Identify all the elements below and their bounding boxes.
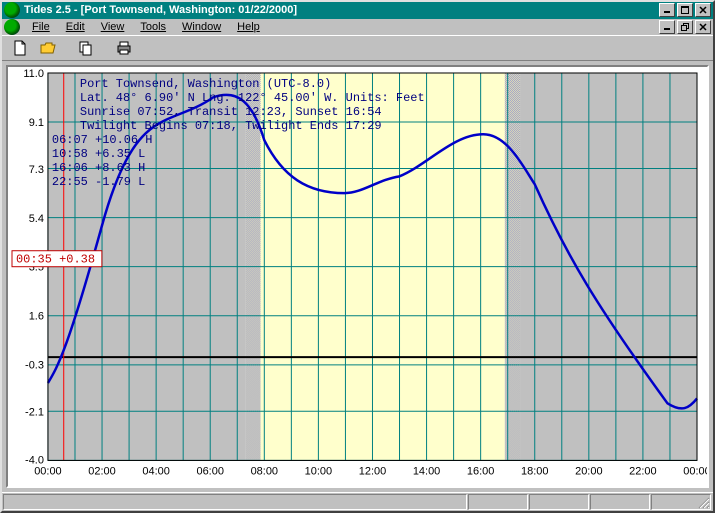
close-icon <box>699 23 707 31</box>
open-button[interactable] <box>36 37 60 59</box>
app-window: Tides 2.5 - [Port Townsend, Washington: … <box>0 0 715 513</box>
window-title: Tides 2.5 - [Port Townsend, Washington: … <box>24 4 657 16</box>
printer-icon <box>116 40 132 56</box>
menu-window[interactable]: Window <box>174 19 229 35</box>
menu-help-label: Help <box>237 21 260 33</box>
x-tick-label: 10:00 <box>305 465 332 477</box>
info-tide-4: 22:55 -1.79 L <box>52 175 145 189</box>
print-button[interactable] <box>112 37 136 59</box>
x-tick-label: 04:00 <box>142 465 169 477</box>
minimize-button[interactable] <box>659 3 675 17</box>
x-tick-label: 02:00 <box>88 465 115 477</box>
mdi-restore-button[interactable] <box>677 20 693 34</box>
info-tide-2: 10:58 +6.35 L <box>52 147 145 161</box>
y-tick-label: 9.1 <box>29 117 44 129</box>
y-tick-label: 7.3 <box>29 164 44 176</box>
cursor-tag: 00:35 +0.38 <box>12 251 102 267</box>
open-folder-icon <box>40 40 56 56</box>
chart-container: 11.0 9.1 7.3 5.4 3.5 1.6 -0.3 -2.1 -4.0 … <box>2 61 713 492</box>
y-tick-label: 11.0 <box>23 68 44 80</box>
menu-file-label: File <box>32 21 50 33</box>
menu-view-label: View <box>101 21 125 33</box>
tide-chart: 11.0 9.1 7.3 5.4 3.5 1.6 -0.3 -2.1 -4.0 … <box>8 67 707 486</box>
resize-grip-icon[interactable] <box>696 495 710 509</box>
menu-edit-label: Edit <box>66 21 85 33</box>
x-tick-label: 12:00 <box>359 465 386 477</box>
toolbar-separator <box>64 37 70 59</box>
document-icon[interactable] <box>4 19 20 35</box>
x-tick-label: 22:00 <box>629 465 656 477</box>
x-tick-label: 20:00 <box>575 465 602 477</box>
toolbar-separator <box>102 37 108 59</box>
cursor-label: 00:35 +0.38 <box>16 253 95 267</box>
y-tick-label: -2.1 <box>25 406 44 418</box>
x-tick-label: 06:00 <box>196 465 223 477</box>
info-tide-3: 16:06 +8.63 H <box>52 161 145 175</box>
menu-tools[interactable]: Tools <box>132 19 174 35</box>
info-tide-1: 06:07 +10.06 H <box>52 133 153 147</box>
maximize-button[interactable] <box>677 3 693 17</box>
new-file-icon <box>12 40 28 56</box>
menu-file[interactable]: File <box>24 19 58 35</box>
chart-area[interactable]: 11.0 9.1 7.3 5.4 3.5 1.6 -0.3 -2.1 -4.0 … <box>6 65 709 488</box>
status-pane-4 <box>651 494 711 510</box>
statusbar <box>2 492 713 511</box>
menu-view[interactable]: View <box>93 19 133 35</box>
close-button[interactable] <box>695 3 711 17</box>
copy-button[interactable] <box>74 37 98 59</box>
menu-row: File Edit View Tools Window Help <box>2 19 713 36</box>
menu-help[interactable]: Help <box>229 19 268 35</box>
minimize-icon <box>663 23 671 31</box>
close-icon <box>699 6 707 14</box>
x-tick-label: 14:00 <box>413 465 440 477</box>
copy-icon <box>78 40 94 56</box>
x-tick-label: 16:00 <box>467 465 494 477</box>
app-icon <box>4 2 20 18</box>
maximize-icon <box>681 6 689 14</box>
x-tick-label: 00:00 <box>683 465 707 477</box>
y-tick-label: 5.4 <box>29 213 44 225</box>
status-pane-1 <box>468 494 528 510</box>
mdi-minimize-button[interactable] <box>659 20 675 34</box>
info-coords: Lat. 48° 6.90' N Lng. 122° 45.00' W. Uni… <box>80 91 425 105</box>
titlebar: Tides 2.5 - [Port Townsend, Washington: … <box>2 2 713 19</box>
info-twilight: Twilight Begins 07:18, Twilight Ends 17:… <box>80 119 382 133</box>
x-tick-label: 18:00 <box>521 465 548 477</box>
y-tick-label: -0.3 <box>25 360 44 372</box>
status-pane-2 <box>529 494 589 510</box>
toolbar <box>2 35 713 61</box>
x-tick-label: 08:00 <box>251 465 278 477</box>
info-location: Port Townsend, Washington (UTC-8.0) <box>80 77 331 91</box>
y-tick-label: 1.6 <box>29 311 44 323</box>
menubar: File Edit View Tools Window Help <box>24 19 657 35</box>
x-tick-label: 00:00 <box>34 465 61 477</box>
status-pane-main <box>3 494 467 510</box>
menu-edit[interactable]: Edit <box>58 19 93 35</box>
status-pane-3 <box>590 494 650 510</box>
new-button[interactable] <box>8 37 32 59</box>
restore-icon <box>681 23 689 31</box>
menu-tools-label: Tools <box>140 21 166 33</box>
info-sun: Sunrise 07:52, Transit 12:23, Sunset 16:… <box>80 105 382 119</box>
mdi-close-button[interactable] <box>695 20 711 34</box>
menu-window-label: Window <box>182 21 221 33</box>
minimize-icon <box>663 6 671 14</box>
